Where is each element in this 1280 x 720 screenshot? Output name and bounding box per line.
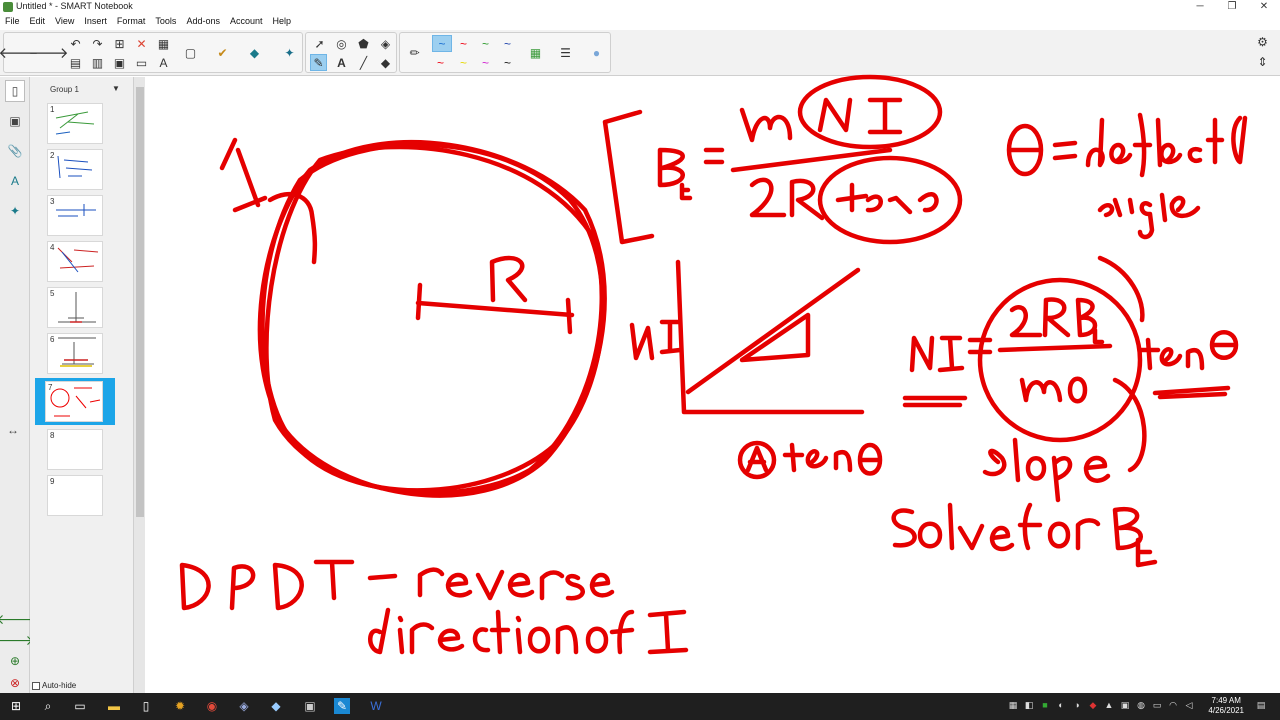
notepad-icon[interactable]: ▯ [138,698,154,714]
tray-icon[interactable]: ◐ [1056,700,1066,710]
smart-notebook-taskbar-icon[interactable]: ✎ [334,698,350,714]
volume-icon[interactable]: ◁ [1184,700,1194,710]
tray-icon[interactable]: ◧ [1024,700,1034,710]
tray-icon[interactable]: ■ [1040,700,1050,710]
tray-icon[interactable]: ◑ [1072,700,1082,710]
taskbar: ⊞ ⌕ ▭ ▬ ▯ ✹ ◉ ◈ ◆ ▣ ✎ W ▦ ◧ ■ ◐ ◑ ◆ ▲ ▣ … [0,693,1280,720]
chrome-icon[interactable]: ◉ [204,698,220,714]
handwritten-ink-drawing [179,74,1248,655]
pen-app-icon[interactable]: ◆ [268,698,284,714]
tray-icon[interactable]: ▲ [1104,700,1114,710]
network-icon[interactable]: ◠ [1168,700,1178,710]
taskbar-clock[interactable]: 7:49 AM 4/26/2021 [1208,696,1244,716]
tray-icon[interactable]: ◍ [1136,700,1146,710]
word-icon[interactable]: W [368,698,384,714]
windows-start-icon[interactable]: ⊞ [8,698,24,714]
media-app-icon[interactable]: ◈ [236,698,252,714]
battery-icon[interactable]: ▭ [1152,700,1162,710]
clock-date: 4/26/2021 [1208,706,1244,715]
search-icon[interactable]: ⌕ [40,698,56,714]
tray-icon[interactable]: ◆ [1088,700,1098,710]
notifications-icon[interactable]: ▤ [1256,700,1266,710]
whiteboard-canvas[interactable] [145,74,1280,693]
tray-icon[interactable]: ▣ [1120,700,1130,710]
document-app-icon[interactable]: ▣ [302,698,318,714]
app-icon[interactable]: ✹ [172,698,188,714]
task-view-icon[interactable]: ▭ [72,698,88,714]
tray-icon[interactable]: ▦ [1008,700,1018,710]
file-explorer-icon[interactable]: ▬ [106,698,122,714]
clock-time: 7:49 AM [1211,696,1241,705]
